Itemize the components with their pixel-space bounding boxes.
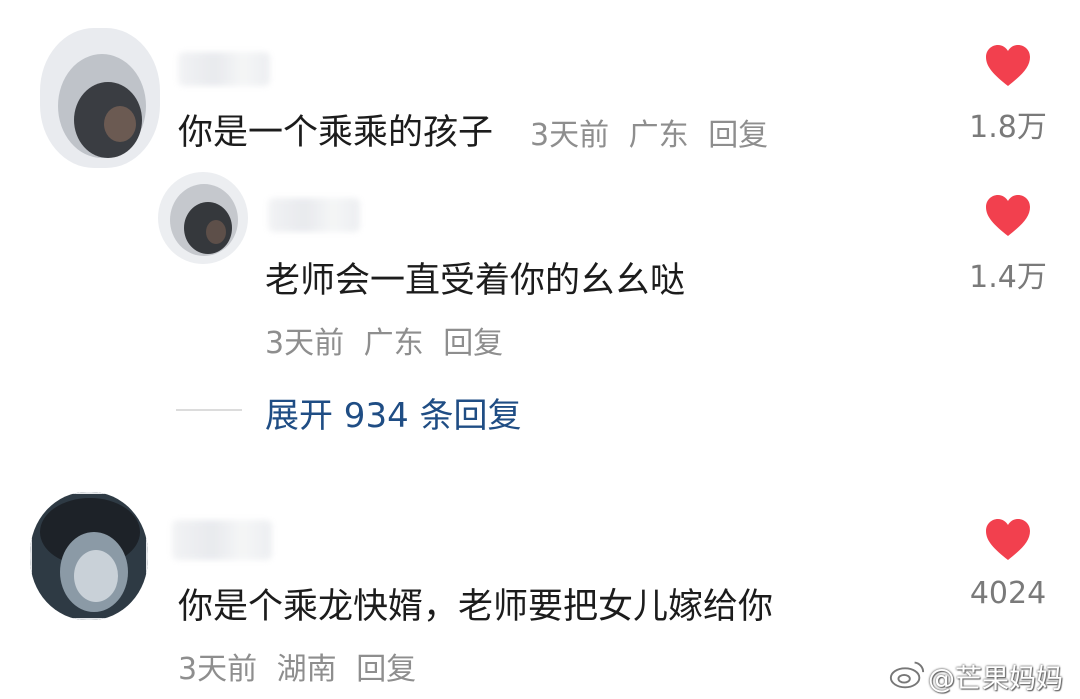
- like-button[interactable]: 1.4万: [958, 194, 1058, 296]
- like-count: 1.4万: [969, 260, 1047, 295]
- comment-text: 你是个乘龙快婿，老师要把女儿嫁给你: [178, 587, 774, 627]
- like-button[interactable]: 4024: [958, 518, 1058, 611]
- heart-icon: [986, 519, 1030, 560]
- username-blurred[interactable]: [178, 52, 270, 86]
- reply-button[interactable]: 回复: [708, 118, 768, 153]
- heart-icon: [986, 45, 1030, 86]
- reply-time: 3天前: [265, 326, 345, 361]
- comment-meta: 3天前 广东 回复: [530, 110, 778, 154]
- like-count: 4024: [969, 576, 1047, 611]
- weibo-logo-icon: [889, 661, 925, 689]
- reply-location: 广东: [363, 326, 424, 361]
- comment-location: 湖南: [276, 652, 337, 687]
- reply-meta: 3天前 广东 回复: [265, 318, 513, 362]
- username-blurred[interactable]: [172, 520, 272, 560]
- reply-button[interactable]: 回复: [443, 326, 503, 361]
- heart-icon: [986, 195, 1030, 236]
- reply-button[interactable]: 回复: [356, 652, 416, 687]
- avatar[interactable]: [158, 172, 248, 264]
- comment-meta: 3天前 湖南 回复: [178, 644, 426, 688]
- like-count: 1.8万: [969, 110, 1047, 145]
- username-blurred[interactable]: [268, 198, 360, 232]
- avatar[interactable]: [30, 492, 148, 620]
- comment-text: 你是一个乘乘的孩子: [178, 113, 494, 153]
- like-button[interactable]: 1.8万: [958, 44, 1058, 146]
- comment-location: 广东: [628, 118, 689, 153]
- reply-text: 老师会一直受着你的幺幺哒: [265, 261, 686, 301]
- expand-replies-button[interactable]: 展开 934 条回复: [265, 388, 522, 437]
- expand-divider: [176, 409, 242, 411]
- comment-time: 3天前: [178, 652, 258, 687]
- watermark: @芒果妈妈: [928, 664, 1063, 695]
- avatar[interactable]: [40, 28, 160, 168]
- comment-time: 3天前: [530, 118, 610, 153]
